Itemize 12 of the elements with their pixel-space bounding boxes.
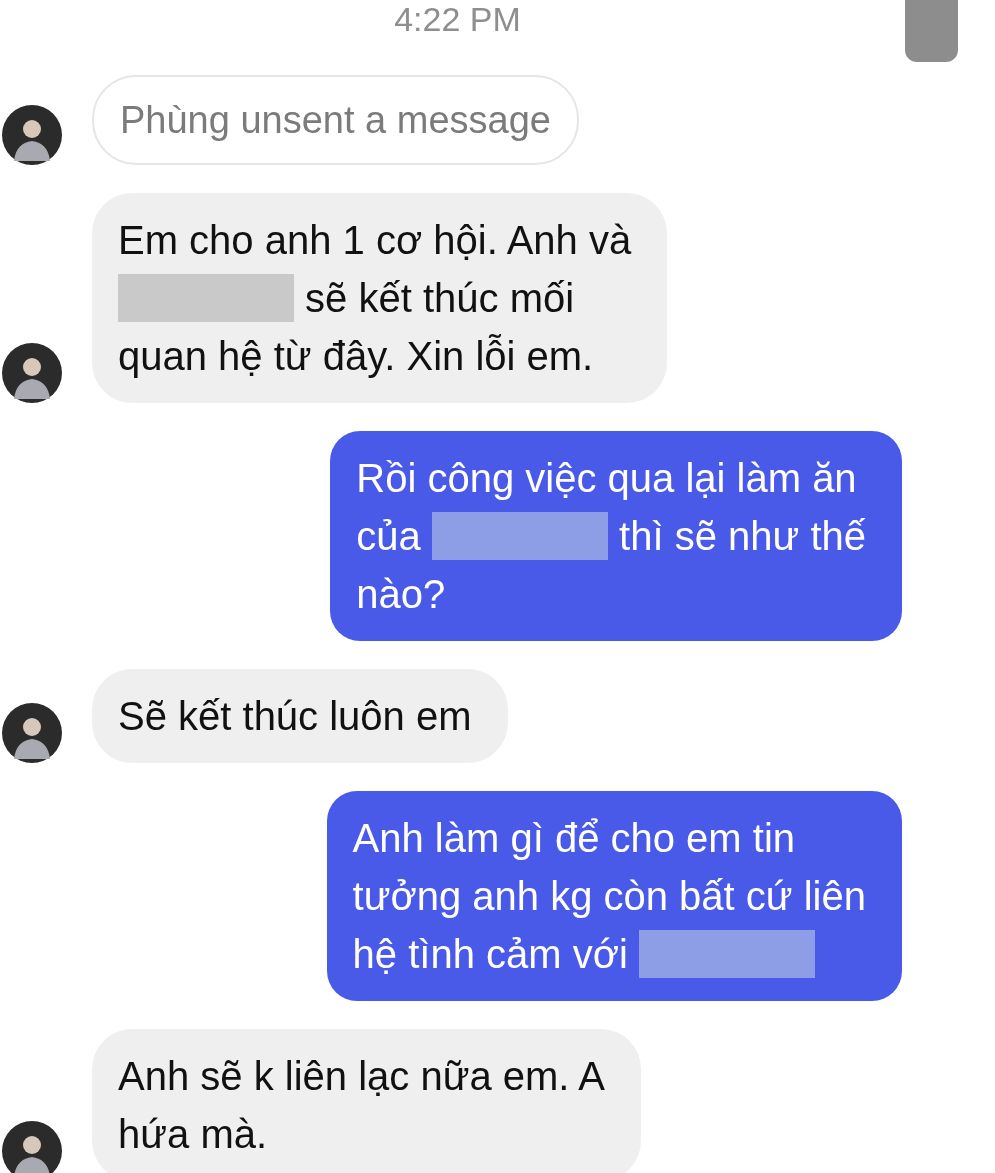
timestamp: 4:22 PM	[394, 0, 521, 38]
avatar	[2, 105, 62, 165]
avatar	[2, 343, 62, 403]
message-bubble: Em cho anh 1 cơ hội. Anh và sẽ kết thúc mối quan hệ từ đây. Xin lỗi em.	[92, 193, 668, 403]
unsent-notice: Phùng unsent a message	[92, 75, 579, 165]
message-bubble: Anh làm gì để cho em tin tưởng anh kg còn bất cứ liên hệ tình cảm với	[326, 791, 902, 1001]
message-bubble: Anh sẽ k liên lạc nữa em. A hứa mà.	[92, 1029, 642, 1173]
message-bubble: Rồi công việc qua lại làm ăn của thì sẽ như thế nào?	[330, 431, 902, 641]
message-bubble: Sẽ kết thúc luôn em	[92, 669, 508, 763]
scroll-indicator	[905, 0, 958, 62]
avatar	[2, 703, 62, 763]
avatar	[2, 1121, 62, 1173]
